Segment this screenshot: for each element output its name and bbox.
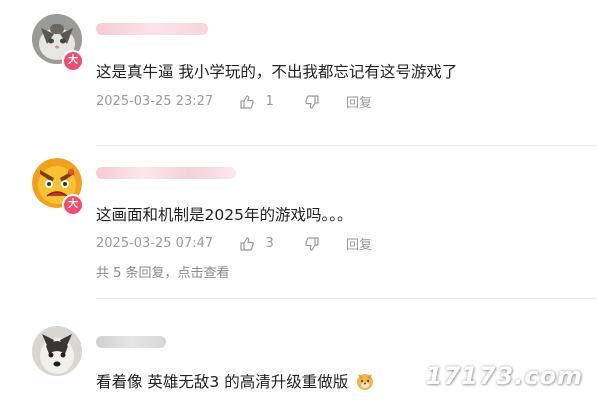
comment-text: 这是真牛逼 我小学玩的，不出我都忘记有这号游戏了 bbox=[96, 63, 458, 81]
level-badge: 大 bbox=[62, 50, 84, 72]
thumbs-up-icon[interactable] bbox=[239, 94, 255, 110]
reply-button[interactable]: 回复 bbox=[346, 234, 372, 253]
username-blurred[interactable] bbox=[96, 23, 208, 35]
watermark-logo: 17173.com bbox=[425, 362, 583, 390]
divider bbox=[96, 298, 597, 299]
username-blurred[interactable] bbox=[96, 336, 166, 348]
view-replies-link[interactable]: 共 5 条回复，点击查看 bbox=[96, 262, 230, 281]
like-count: 1 bbox=[265, 94, 274, 109]
comment-meta: 2025-03-25 07:47 3 回复 bbox=[96, 234, 372, 253]
reply-button[interactable]: 回复 bbox=[346, 92, 372, 111]
thumbs-down-icon[interactable] bbox=[304, 94, 320, 110]
thumbs-down-icon[interactable] bbox=[304, 236, 320, 252]
username-blurred[interactable] bbox=[96, 167, 236, 179]
timestamp: 2025-03-25 07:47 bbox=[96, 236, 214, 251]
comment-text: 看着像 英雄无敌3 的高清升级重做版 bbox=[96, 370, 375, 395]
comment-text-content: 看着像 英雄无敌3 的高清升级重做版 bbox=[96, 373, 349, 391]
doge-emoji-icon bbox=[355, 371, 375, 395]
timestamp: 2025-03-25 23:27 bbox=[96, 94, 214, 109]
comment-meta: 2025-03-25 23:27 1 回复 bbox=[96, 92, 372, 111]
thumbs-up-icon[interactable] bbox=[239, 236, 255, 252]
comment-text: 这画面和机制是2025年的游戏吗。。。 bbox=[96, 206, 353, 224]
husky-dog-avatar-icon bbox=[32, 326, 82, 376]
like-count: 3 bbox=[265, 236, 274, 251]
divider bbox=[96, 145, 597, 146]
level-badge: 大 bbox=[62, 194, 84, 216]
avatar[interactable] bbox=[32, 326, 82, 376]
